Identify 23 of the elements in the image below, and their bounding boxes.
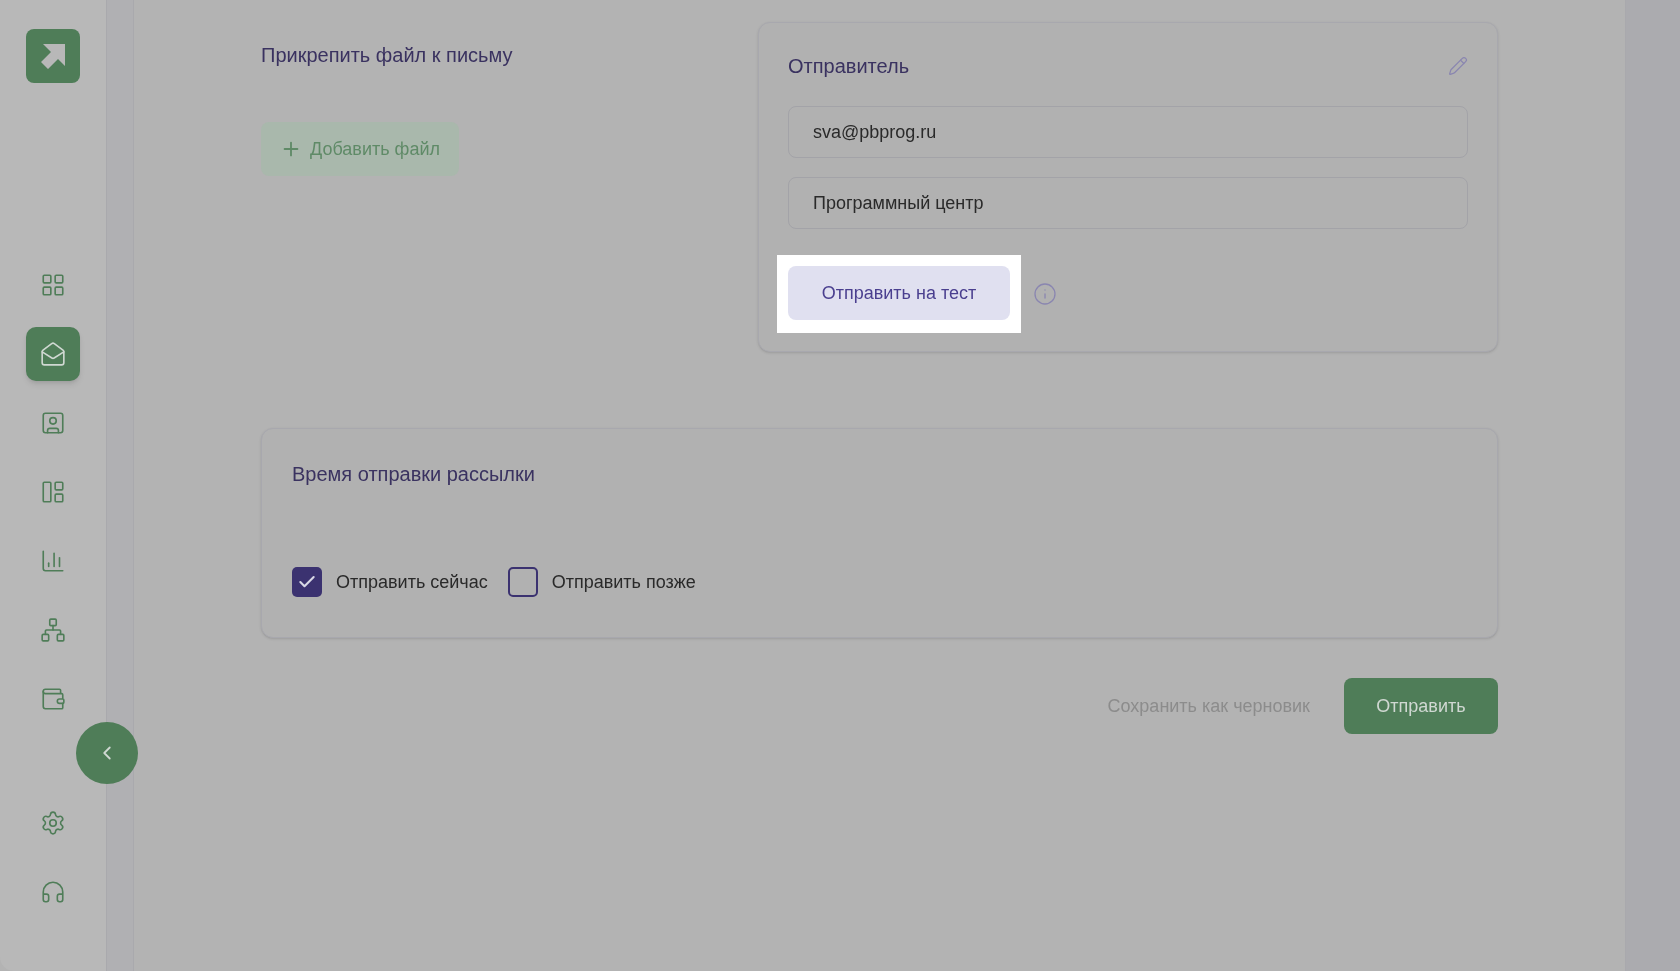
email-field[interactable]: sva@pbprog.ru	[788, 106, 1468, 158]
checkbox[interactable]	[507, 567, 538, 597]
checkbox[interactable]	[292, 567, 322, 597]
edit-icon[interactable]	[1448, 56, 1468, 76]
info-icon[interactable]	[1033, 282, 1057, 306]
sender-name-field[interactable]: Программный центр	[788, 177, 1468, 229]
option-label: Отправить сейчас	[336, 570, 488, 594]
contact-icon	[40, 410, 66, 436]
settings-icon	[40, 810, 66, 836]
schedule-title: Время отправки рассылки	[292, 463, 535, 485]
option-label: Отправить позже	[551, 570, 696, 594]
send-test-button[interactable]: Отправить на тест	[788, 266, 1010, 320]
bar-chart-icon	[40, 548, 66, 574]
wallet-icon	[40, 686, 66, 712]
hierarchy-icon	[40, 617, 66, 643]
headset-icon	[40, 879, 66, 905]
grid-icon	[40, 272, 66, 298]
mail-icon	[40, 341, 66, 367]
logo-icon	[26, 29, 80, 83]
layout-icon	[40, 479, 66, 505]
attachment-title: Прикрепить файл к письму	[261, 43, 514, 68]
sidebar-item[interactable]	[26, 327, 80, 381]
sender-title: Отправитель	[788, 54, 910, 79]
